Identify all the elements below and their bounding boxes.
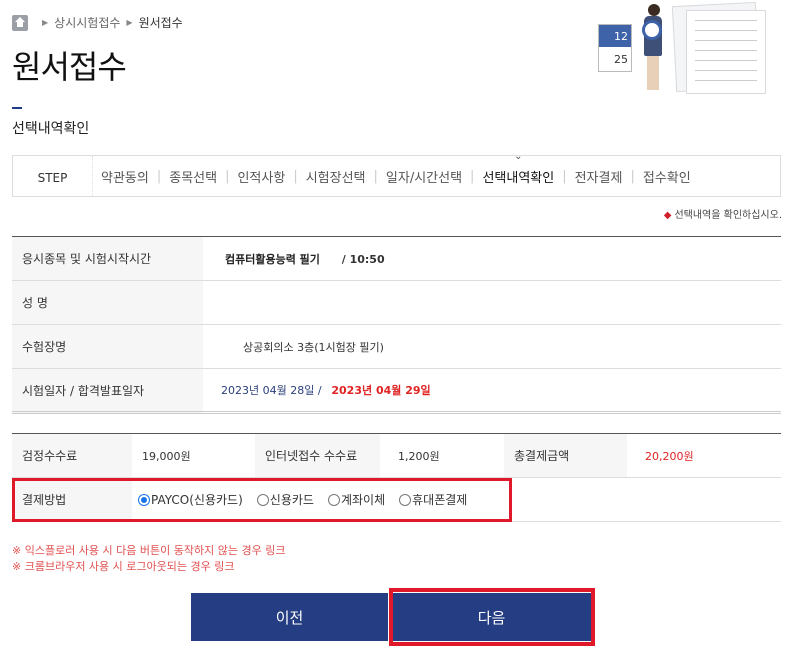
online-fee-label: 인터넷접수 수수료 [255,433,380,478]
payment-option-label: 신용카드 [269,493,314,507]
radio-icon[interactable] [399,493,412,506]
table-row: 수험장명 상공회의소 3층(1시험장 필기) [12,324,781,369]
payment-option-payco[interactable]: PAYCO(신용카드) [138,491,243,508]
payment-option-credit-card[interactable]: 신용카드 [256,491,314,508]
payment-radio-group: PAYCO(신용카드) 신용카드 계좌이체 휴대폰결제 [132,491,781,508]
row-label: 성 명 [12,280,203,325]
diamond-icon: ◆ [663,210,672,221]
total-label: 총결제금액 [504,433,627,478]
home-icon[interactable] [12,14,28,31]
applicant-name [203,280,781,325]
step-date-time: 일자/시간선택 [385,170,463,186]
section-title-mark [12,107,22,109]
step-subject: 종목선택 [169,170,218,186]
exam-fee-label: 검정수수료 [12,433,132,478]
payment-table: 검정수수료 19,000원 인터넷접수 수수료 1,200원 총결제금액 20,… [12,433,781,522]
header-illustration: 12 25 [596,0,786,98]
selection-summary-table: 응시종목 및 시험시작시간 컴퓨터활용능력 필기 / 10:50 성 명 수험장… [12,236,781,414]
step-confirm: 선택내역확인 [474,167,562,186]
person-illustration [640,2,666,92]
breadcrumb-item-exam-registration[interactable]: 상시시험접수 [54,14,120,31]
notice: ◆ 선택내역을 확인하십시오. [664,206,782,221]
table-row: 시험일자 / 합격발표일자 2023년 04월 28일 / 2023년 04월 … [12,368,781,414]
row-label: 시험일자 / 합격발표일자 [12,368,203,414]
online-fee-value: 1,200원 [380,433,504,478]
venue-name: 상공회의소 3층(1시험장 필기) [203,324,781,369]
venue-name-text: 상공회의소 3층(1시험장 필기) [243,340,384,354]
payment-option-mobile[interactable]: 휴대폰결제 [399,491,467,508]
step-complete: 접수확인 [642,170,691,186]
chevron-right-icon: ▶ [126,18,133,27]
calendar-icon: 12 25 [598,24,632,72]
payment-method-label: 결제방법 [12,477,132,522]
document-icon [686,10,766,94]
radio-icon[interactable] [256,493,269,506]
radio-icon[interactable] [327,493,340,506]
section-title: 선택내역확인 [12,121,90,137]
chevron-right-icon: ▶ [42,18,49,27]
total-value: 20,200원 [627,433,781,478]
notice-text: 선택내역을 확인하십시오. [674,210,782,221]
breadcrumb: ▶ 상시시험접수 ▶ 원서접수 [12,14,183,31]
warning-link-chrome[interactable]: ※ 크롬브라우저 사용 시 로그아웃되는 경우 링크 [12,558,234,574]
payment-option-label: 휴대폰결제 [412,493,468,507]
exam-time: / 10:50 [341,252,385,266]
table-row: 응시종목 및 시험시작시간 컴퓨터활용능력 필기 / 10:50 [12,236,781,281]
step-label: STEP [13,156,93,196]
calendar-day-top: 12 [599,25,631,47]
result-date: 2023년 04월 29일 [331,384,431,397]
prev-button[interactable]: 이전 [191,593,388,641]
table-row: 성 명 [12,280,781,325]
row-label: 수험장명 [12,324,203,369]
row-label: 응시종목 및 시험시작시간 [12,236,203,281]
payment-option-label: 계좌이체 [340,493,386,507]
step-indicator: STEP 약관동의| 종목선택| 인적사항| 시험장선택| 일자/시간선택| 선… [12,155,781,197]
clock-icon [642,20,662,40]
page-title: 원서접수 [12,48,127,86]
exam-fee-value: 19,000원 [132,433,255,478]
step-venue: 시험장선택 [305,170,366,186]
table-row: 결제방법 PAYCO(신용카드) 신용카드 계좌이체 휴대폰결제 [12,477,781,522]
step-terms: 약관동의 [101,170,149,186]
breadcrumb-item-current: 원서접수 [138,16,183,30]
payment-option-bank-transfer[interactable]: 계좌이체 [327,491,386,508]
row-value: 컴퓨터활용능력 필기 / 10:50 [203,236,781,281]
calendar-day-bottom: 25 [614,53,628,66]
next-button[interactable]: 다음 [392,593,591,641]
subject-name: 컴퓨터활용능력 필기 [225,252,320,266]
exam-date: 2023년 04월 28일 / [221,384,322,397]
row-value: 2023년 04월 28일 / 2023년 04월 29일 [203,368,781,414]
payment-option-label: PAYCO(신용카드) [151,493,243,507]
radio-checked-icon[interactable] [138,493,150,506]
warning-link-explorer[interactable]: ※ 익스플로러 사용 시 다음 버튼이 동작하지 않는 경우 링크 [12,542,285,558]
table-row: 검정수수료 19,000원 인터넷접수 수수료 1,200원 총결제금액 20,… [12,433,781,478]
payment-method-options: PAYCO(신용카드) 신용카드 계좌이체 휴대폰결제 [132,477,781,522]
step-payment: 전자결제 [574,170,623,186]
step-personal-info: 인적사항 [237,170,286,186]
